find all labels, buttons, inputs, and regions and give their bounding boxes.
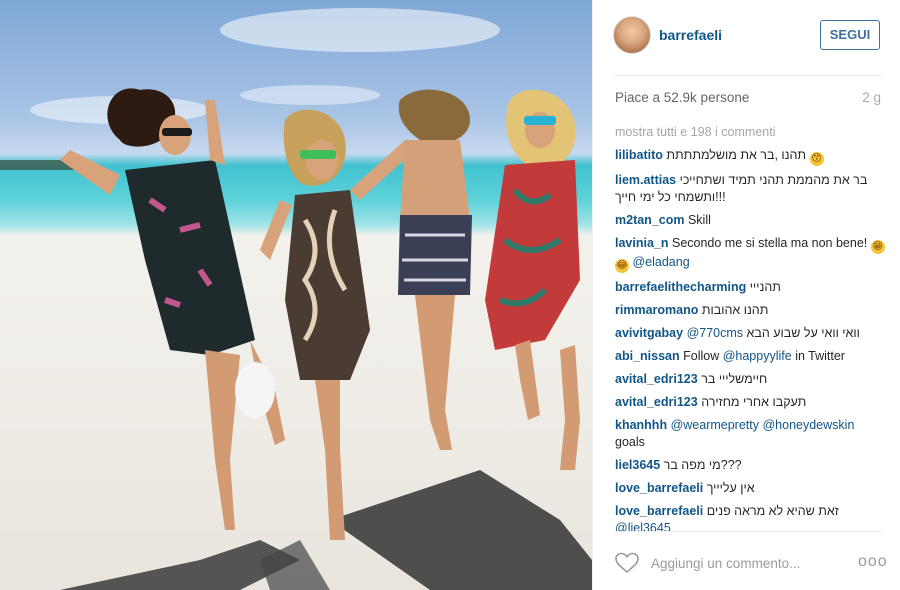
green-sunglasses <box>300 150 336 159</box>
comment-username[interactable]: khanhhh <box>615 418 667 432</box>
comment-mention[interactable]: @770cms <box>687 326 743 340</box>
comment-item: barrefaelithecharming תהנייי <box>615 279 885 296</box>
comments-list: mostra tutti e 198 i commenti lilibatito… <box>615 124 885 532</box>
post-sidebar: barrefaeli SEGUI Piace a 52.9k persone 2… <box>592 0 900 590</box>
comment-item: lavinia_n Secondo me si stella ma non be… <box>615 235 885 273</box>
post-header: barrefaeli SEGUI <box>593 0 900 76</box>
person-2 <box>260 109 415 540</box>
comment-text: תהנו אהובות <box>701 303 769 317</box>
add-comment-input[interactable] <box>651 554 841 572</box>
heart-icon[interactable] <box>615 552 639 574</box>
comment-username[interactable]: barrefaelithecharming <box>615 280 746 294</box>
comment-item: liel3645 מי מפה בר??? <box>615 457 885 474</box>
comment-username[interactable]: m2tan_com <box>615 213 684 227</box>
comment-text: Skill <box>687 213 711 227</box>
beach-scene-illustration <box>0 8 592 590</box>
person-3 <box>398 89 472 450</box>
post-footer: ooo <box>593 532 900 590</box>
comment-item: liem.attias בר את מהממת תהני תמיד ושתחיי… <box>615 172 885 206</box>
comment-username[interactable]: abi_nissan <box>615 349 680 363</box>
comment-text: תעקבו אחרי מחזירה <box>701 395 807 409</box>
comment-username[interactable]: lilibatito <box>615 148 663 162</box>
more-options-icon[interactable]: ooo <box>858 553 888 571</box>
comment-item: love_barrefaeli זאת שהיא לא מראה פנים @l… <box>615 503 885 532</box>
comment-text: וואי וואי על שבוע הבא <box>746 326 860 340</box>
post-photo[interactable] <box>0 0 592 590</box>
person-1 <box>60 88 285 530</box>
comment-username[interactable]: avital_edri123 <box>615 372 698 386</box>
comment-text: goals <box>615 435 645 449</box>
avatar[interactable] <box>613 16 651 54</box>
kissing-emoji-icon: 😙 <box>809 152 824 166</box>
comment-item: avivitgabay @770cms וואי וואי על שבוע הב… <box>615 325 885 342</box>
comment-text: חיימשלייי בר <box>701 372 768 386</box>
follow-button[interactable]: SEGUI <box>820 20 880 50</box>
comment-text: אין עליייך <box>706 481 755 495</box>
comment-item: rimmaromano תהנו אהובות <box>615 302 885 319</box>
comment-username[interactable]: liem.attias <box>615 173 676 187</box>
comment-item: khanhhh @wearmepretty @honeydewskin goal… <box>615 417 885 451</box>
likes-count[interactable]: Piace a 52.9k persone <box>615 90 749 105</box>
comment-item: abi_nissan Follow @happyylife in Twitter <box>615 348 885 365</box>
comment-username[interactable]: avivitgabay <box>615 326 683 340</box>
comment-username[interactable]: liel3645 <box>615 458 660 472</box>
view-all-comments-link[interactable]: mostra tutti e 198 i commenti <box>615 124 885 141</box>
comment-text: תהנו ,בר את מושלמתתתת <box>666 148 807 162</box>
header-divider <box>614 75 882 76</box>
comment-username[interactable]: rimmaromano <box>615 303 698 317</box>
comment-text: מי מפה בר??? <box>663 458 742 472</box>
likes-row: Piace a 52.9k persone 2 g <box>615 90 881 108</box>
comment-item: love_barrefaeli אין עליייך <box>615 480 885 497</box>
username[interactable]: barrefaeli <box>659 27 722 43</box>
comment-username[interactable]: love_barrefaeli <box>615 504 703 518</box>
comment-text-end: in Twitter <box>795 349 845 363</box>
comment-text: תהנייי <box>749 280 781 294</box>
comment-text: Secondo me si stella ma non bene! <box>671 236 868 250</box>
comment-item: m2tan_com Skill <box>615 212 885 229</box>
laughing-emoji-icon: 😂 <box>615 259 629 273</box>
comment-item: lilibatito תהנו ,בר את מושלמתתתת 😙 <box>615 147 885 166</box>
comment-item: avital_edri123 תעקבו אחרי מחזירה <box>615 394 885 411</box>
comment-username[interactable]: avital_edri123 <box>615 395 698 409</box>
comment-mention[interactable]: @honeydewskin <box>762 418 854 432</box>
comment-text: Follow <box>683 349 720 363</box>
grinning-emoji-icon: 😁 <box>870 240 885 254</box>
comment-username[interactable]: lavinia_n <box>615 236 669 250</box>
person-4 <box>485 89 580 470</box>
comment-mention[interactable]: @eladang <box>632 255 689 269</box>
comment-mention[interactable]: @wearmepretty <box>671 418 759 432</box>
comment-item: avital_edri123 חיימשלייי בר <box>615 371 885 388</box>
comment-mention[interactable]: @happyylife <box>723 349 792 363</box>
comment-text: זאת שהיא לא מראה פנים <box>706 504 839 518</box>
comment-username[interactable]: love_barrefaeli <box>615 481 703 495</box>
post-age[interactable]: 2 g <box>862 90 881 105</box>
